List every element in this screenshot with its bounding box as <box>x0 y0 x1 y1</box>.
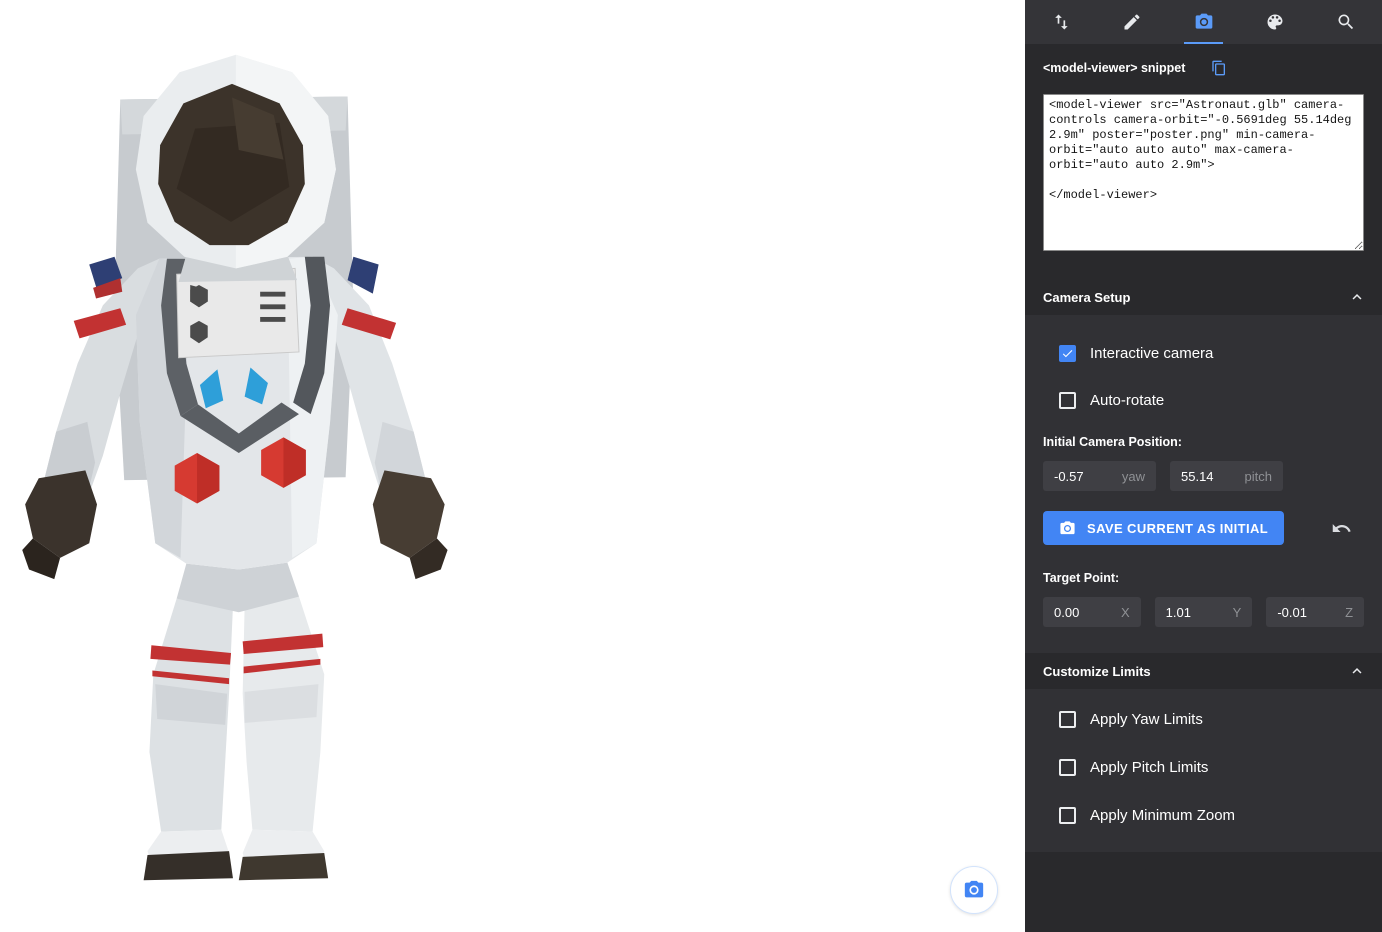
target-x-suffix: X <box>1121 605 1130 620</box>
apply-yaw-limits-checkbox[interactable] <box>1059 711 1076 728</box>
download-poster-button[interactable] <box>950 866 998 914</box>
snippet-code-editor[interactable]: <model-viewer src="Astronaut.glb" camera… <box>1043 94 1364 251</box>
customize-limits-title: Customize Limits <box>1043 664 1151 679</box>
copy-icon <box>1211 60 1227 76</box>
customize-limits-header[interactable]: Customize Limits <box>1025 653 1382 689</box>
tab-camera[interactable] <box>1168 0 1239 44</box>
undo-icon <box>1331 518 1352 539</box>
interactive-camera-label: Interactive camera <box>1090 345 1213 362</box>
auto-rotate-row[interactable]: Auto-rotate <box>1059 392 1364 409</box>
camera-icon <box>1059 520 1076 537</box>
astronaut-model <box>0 14 501 888</box>
copy-snippet-button[interactable] <box>1211 60 1227 76</box>
auto-rotate-label: Auto-rotate <box>1090 392 1164 409</box>
tab-file-import[interactable] <box>1025 0 1096 44</box>
collapse-customize-limits-button[interactable] <box>1344 658 1370 684</box>
interactive-camera-checkbox[interactable] <box>1059 345 1076 362</box>
panel-bottom-filler <box>1025 852 1382 902</box>
apply-yaw-limits-row[interactable]: Apply Yaw Limits <box>1059 711 1364 728</box>
apply-pitch-limits-label: Apply Pitch Limits <box>1090 759 1208 776</box>
tab-edit[interactable] <box>1096 0 1167 44</box>
target-z-suffix: Z <box>1345 605 1353 620</box>
apply-minimum-zoom-label: Apply Minimum Zoom <box>1090 807 1235 824</box>
target-y-input[interactable] <box>1166 605 1218 620</box>
yaw-suffix: yaw <box>1122 469 1145 484</box>
initial-camera-position-label: Initial Camera Position: <box>1043 435 1364 449</box>
palette-icon <box>1265 12 1285 32</box>
collapse-camera-setup-button[interactable] <box>1344 284 1370 310</box>
apply-pitch-limits-checkbox[interactable] <box>1059 759 1076 776</box>
apply-pitch-limits-row[interactable]: Apply Pitch Limits <box>1059 759 1364 776</box>
interactive-camera-row[interactable]: Interactive camera <box>1059 345 1364 362</box>
target-y-suffix: Y <box>1233 605 1242 620</box>
yaw-field[interactable]: yaw <box>1043 461 1156 491</box>
panel-toolbar <box>1025 0 1382 44</box>
target-y-field[interactable]: Y <box>1155 597 1253 627</box>
target-point-label: Target Point: <box>1043 571 1364 585</box>
tab-materials[interactable] <box>1239 0 1310 44</box>
target-x-input[interactable] <box>1054 605 1106 620</box>
check-icon <box>1061 347 1074 360</box>
camera-icon <box>1194 12 1214 32</box>
pencil-icon <box>1122 12 1142 32</box>
pitch-input[interactable] <box>1181 469 1233 484</box>
apply-minimum-zoom-row[interactable]: Apply Minimum Zoom <box>1059 807 1364 824</box>
save-current-as-initial-button[interactable]: SAVE CURRENT AS INITIAL <box>1043 511 1284 545</box>
target-z-input[interactable] <box>1277 605 1329 620</box>
tab-inspector[interactable] <box>1311 0 1382 44</box>
import-export-icon <box>1051 12 1071 32</box>
target-x-field[interactable]: X <box>1043 597 1141 627</box>
chevron-up-icon <box>1348 288 1366 306</box>
apply-minimum-zoom-checkbox[interactable] <box>1059 807 1076 824</box>
search-icon <box>1336 12 1356 32</box>
auto-rotate-checkbox[interactable] <box>1059 392 1076 409</box>
model-viewer-canvas[interactable] <box>0 0 1025 932</box>
undo-button[interactable] <box>1329 516 1354 541</box>
apply-yaw-limits-label: Apply Yaw Limits <box>1090 711 1203 728</box>
editor-panel: <model-viewer> snippet <model-viewer src… <box>1025 0 1382 932</box>
camera-setup-section: Interactive camera Auto-rotate Initial C… <box>1025 315 1382 653</box>
camera-icon <box>963 879 985 901</box>
yaw-input[interactable] <box>1054 469 1106 484</box>
target-z-field[interactable]: Z <box>1266 597 1364 627</box>
save-button-label: SAVE CURRENT AS INITIAL <box>1087 521 1268 536</box>
chevron-up-icon <box>1348 662 1366 680</box>
camera-setup-header[interactable]: Camera Setup <box>1025 279 1382 315</box>
customize-limits-section: Apply Yaw Limits Apply Pitch Limits Appl… <box>1025 689 1382 852</box>
pitch-field[interactable]: pitch <box>1170 461 1283 491</box>
pitch-suffix: pitch <box>1245 469 1272 484</box>
camera-setup-title: Camera Setup <box>1043 290 1130 305</box>
snippet-title: <model-viewer> snippet <box>1043 61 1185 75</box>
